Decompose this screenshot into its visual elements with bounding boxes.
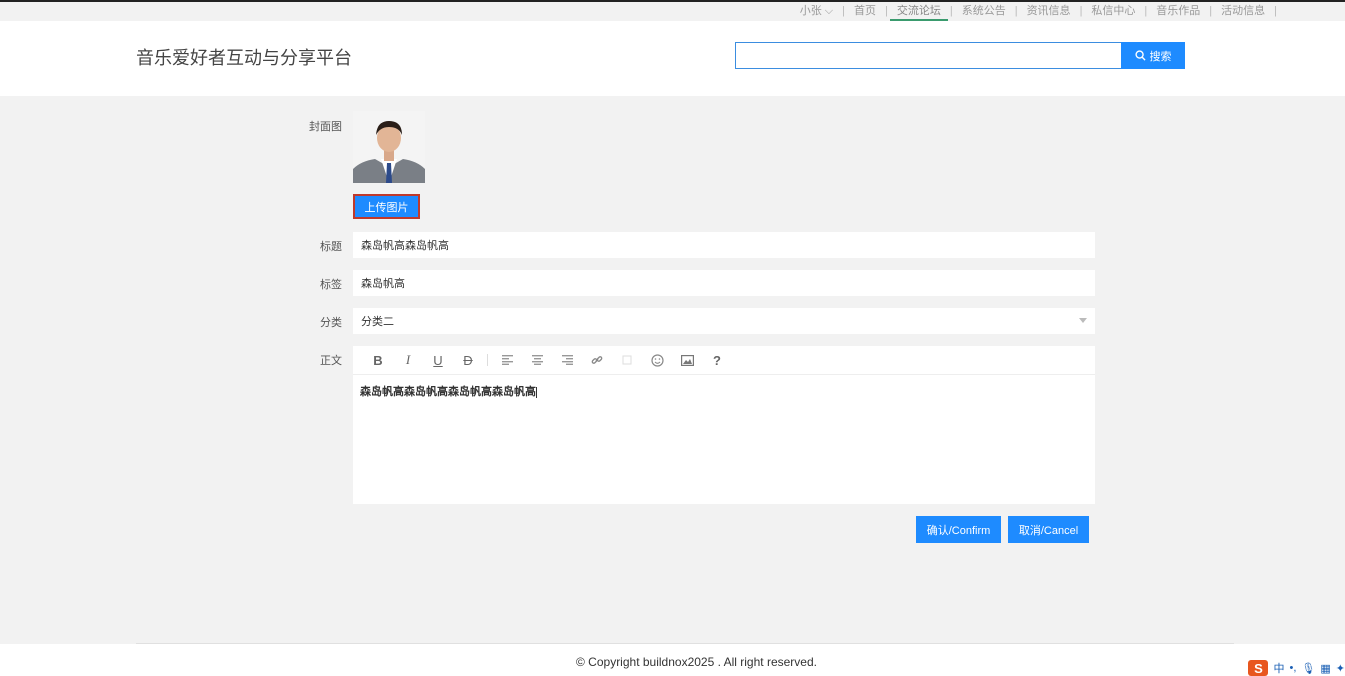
upload-image-button[interactable]: 上传图片 bbox=[353, 194, 420, 219]
align-center-icon[interactable] bbox=[522, 346, 552, 375]
nav-messages[interactable]: 私信中心 bbox=[1082, 4, 1144, 18]
cover-image bbox=[353, 111, 425, 183]
nav-events[interactable]: 活动信息 bbox=[1212, 4, 1274, 18]
rich-text-editor: B I U D ? 森岛帆高森岛帆高森岛帆高森岛帆高 bbox=[353, 346, 1095, 504]
skin-icon: ✦ bbox=[1335, 662, 1345, 675]
nav-home[interactable]: 首页 bbox=[845, 4, 885, 18]
nav-news[interactable]: 资讯信息 bbox=[1018, 4, 1080, 18]
tag-label: 标签 bbox=[320, 279, 342, 291]
tag-input[interactable]: 森岛帆高 bbox=[353, 270, 1095, 296]
link-icon[interactable] bbox=[582, 346, 612, 375]
title-label: 标题 bbox=[320, 241, 342, 253]
copyright-text: © Copyright buildnox2025 . All right res… bbox=[576, 655, 817, 669]
keyboard-icon: ▦ bbox=[1320, 662, 1331, 675]
person-portrait bbox=[353, 111, 425, 183]
user-menu[interactable]: 小张 ⌵ bbox=[791, 4, 842, 18]
cancel-button[interactable]: 取消/Cancel bbox=[1008, 516, 1089, 543]
site-title: 音乐爱好者互动与分享平台 bbox=[136, 48, 352, 68]
cover-label: 封面图 bbox=[309, 121, 342, 133]
nav-music-works[interactable]: 音乐作品 bbox=[1147, 4, 1209, 18]
align-right-icon[interactable] bbox=[552, 346, 582, 375]
header: 音乐爱好者互动与分享平台 搜索 bbox=[0, 21, 1345, 96]
ime-toolbar[interactable]: S 中 •, 🎙 ▦ ✦ bbox=[1248, 660, 1345, 676]
chevron-down-icon: ⌵ bbox=[824, 5, 834, 17]
top-bar: 小张 ⌵ | 首页 | 交流论坛 | 系统公告 | 资讯信息 | 私信中心 | … bbox=[0, 0, 1345, 22]
help-icon[interactable]: ? bbox=[702, 346, 732, 375]
confirm-button[interactable]: 确认/Confirm bbox=[916, 516, 1001, 543]
emoji-icon[interactable] bbox=[642, 346, 672, 375]
search-button[interactable]: 搜索 bbox=[1121, 42, 1185, 69]
search-icon bbox=[1134, 50, 1146, 61]
strikethrough-icon[interactable]: D bbox=[453, 346, 483, 375]
dropdown-arrow-icon bbox=[1079, 318, 1087, 323]
microphone-icon: 🎙 bbox=[1301, 662, 1316, 675]
italic-icon[interactable]: I bbox=[393, 346, 423, 375]
editor-content[interactable]: 森岛帆高森岛帆高森岛帆高森岛帆高 bbox=[353, 375, 1095, 407]
nav-announcements[interactable]: 系统公告 bbox=[953, 4, 1015, 18]
footer: © Copyright buildnox2025 . All right res… bbox=[0, 644, 1345, 676]
search-input[interactable] bbox=[735, 42, 1122, 69]
top-nav: 小张 ⌵ | 首页 | 交流论坛 | 系统公告 | 资讯信息 | 私信中心 | … bbox=[791, 4, 1277, 22]
ime-logo-icon: S bbox=[1248, 660, 1269, 676]
editor-toolbar: B I U D ? bbox=[353, 346, 1095, 375]
bold-icon[interactable]: B bbox=[363, 346, 393, 375]
punctuation-icon: •, bbox=[1289, 662, 1297, 674]
title-input[interactable]: 森岛帆高森岛帆高 bbox=[353, 232, 1095, 258]
underline-icon[interactable]: U bbox=[423, 346, 453, 375]
image-icon[interactable] bbox=[672, 346, 702, 375]
unlink-icon[interactable] bbox=[612, 346, 642, 375]
category-select[interactable]: 分类二 bbox=[353, 308, 1095, 334]
nav-forum[interactable]: 交流论坛 bbox=[888, 4, 950, 22]
ime-mode: 中 bbox=[1273, 663, 1285, 675]
content-label: 正文 bbox=[320, 355, 342, 367]
align-left-icon[interactable] bbox=[492, 346, 522, 375]
category-label: 分类 bbox=[320, 317, 342, 329]
